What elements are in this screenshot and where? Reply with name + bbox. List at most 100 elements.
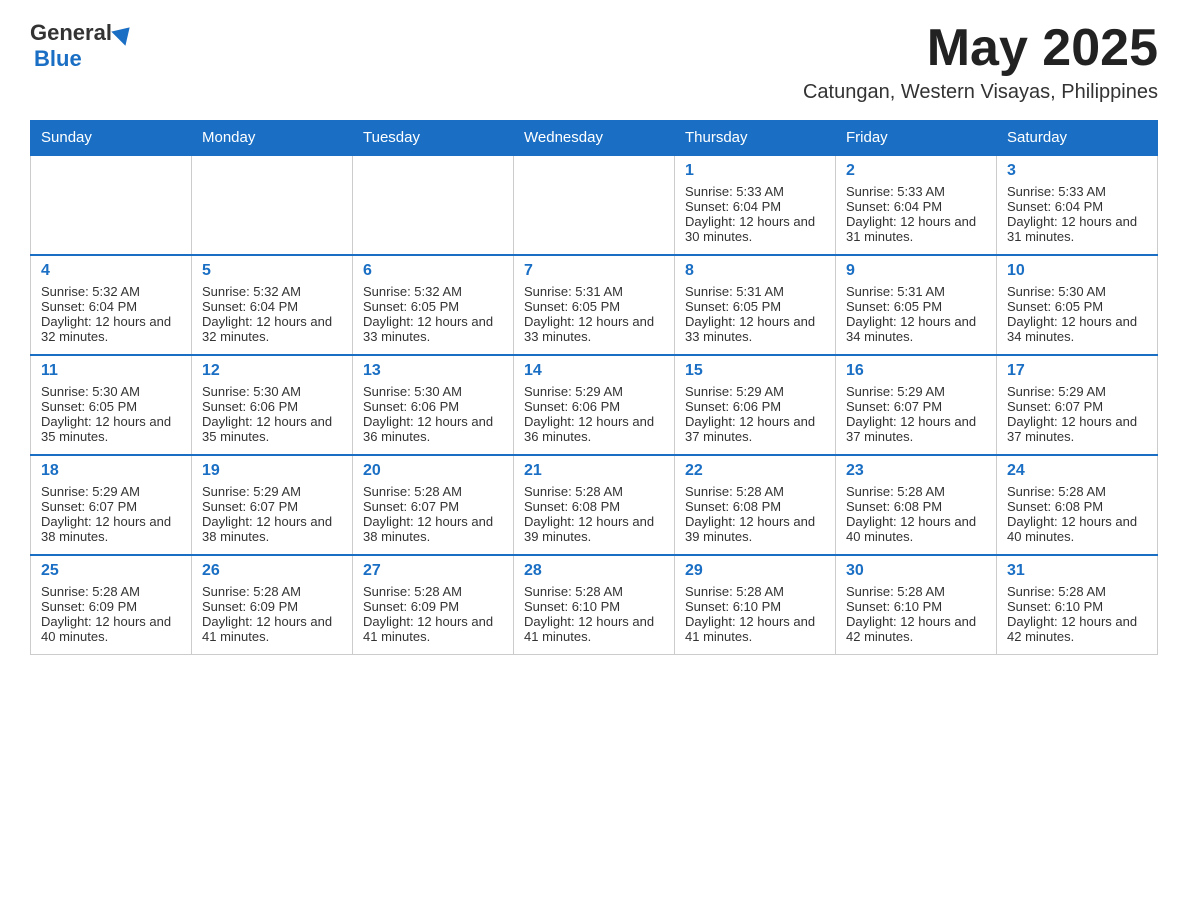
daylight-text: Daylight: 12 hours and 39 minutes. <box>524 514 664 544</box>
sunset-text: Sunset: 6:04 PM <box>202 299 342 314</box>
calendar-cell: 26Sunrise: 5:28 AMSunset: 6:09 PMDayligh… <box>192 555 353 655</box>
calendar-cell: 29 Sunrise: 5:28 AMSunset: 6:10 PMDayligh… <box>675 555 836 655</box>
day-number: 26 <box>202 562 342 580</box>
col-header-thursday: Thursday <box>675 121 836 156</box>
day-number: 28 <box>524 562 664 580</box>
sunset-text: Sunset: 6:08 PM <box>524 499 664 514</box>
day-number: 10 <box>1007 262 1147 280</box>
sunset-text: Sunset: 6:05 PM <box>846 299 986 314</box>
location-subtitle: Catungan, Western Visayas, Philippines <box>803 81 1158 104</box>
sunset-text: Sunset: 6:10 PM <box>1007 599 1147 614</box>
day-number: 12 <box>202 362 342 380</box>
calendar-cell: 28Sunrise: 5:28 AMSunset: 6:10 PMDayligh… <box>514 555 675 655</box>
calendar-cell: 14Sunrise: 5:29 AMSunset: 6:06 PMDayligh… <box>514 355 675 455</box>
calendar-cell <box>353 155 514 255</box>
week-row-4: 18Sunrise: 5:29 AMSunset: 6:07 PMDayligh… <box>31 455 1158 555</box>
sunrise-text: Sunrise: 5:31 AM <box>846 284 986 299</box>
header-row: SundayMondayTuesdayWednesdayThursdayFrid… <box>31 121 1158 156</box>
sunrise-text: Sunrise: 5:28 AM <box>685 484 825 499</box>
sunrise-text: Sunrise: 5:31 AM <box>685 284 825 299</box>
sunrise-text: Sunrise: 5:28 AM <box>363 484 503 499</box>
calendar-cell: 22Sunrise: 5:28 AMSunset: 6:08 PMDayligh… <box>675 455 836 555</box>
calendar-cell: 19Sunrise: 5:29 AMSunset: 6:07 PMDayligh… <box>192 455 353 555</box>
sunrise-text: Sunrise: 5:30 AM <box>41 384 181 399</box>
daylight-text: Daylight: 12 hours and 41 minutes. <box>202 614 342 644</box>
sunset-text: Sunset: 6:04 PM <box>685 199 825 214</box>
logo-general: General <box>30 20 112 46</box>
daylight-text: Daylight: 12 hours and 38 minutes. <box>202 514 342 544</box>
sunset-text: Sunset: 6:05 PM <box>1007 299 1147 314</box>
day-number: 23 <box>846 462 986 480</box>
calendar-cell <box>192 155 353 255</box>
col-header-sunday: Sunday <box>31 121 192 156</box>
daylight-text: Daylight: 12 hours and 35 minutes. <box>202 414 342 444</box>
day-number: 13 <box>363 362 503 380</box>
daylight-text: Daylight: 12 hours and 40 minutes. <box>1007 514 1147 544</box>
calendar-table: SundayMondayTuesdayWednesdayThursdayFrid… <box>30 120 1158 655</box>
calendar-cell: 3Sunrise: 5:33 AMSunset: 6:04 PMDaylight… <box>997 155 1158 255</box>
sunrise-text: Sunrise: 5:33 AM <box>846 184 986 199</box>
day-number: 2 <box>846 162 986 180</box>
sunrise-text: Sunrise: 5:28 AM <box>363 584 503 599</box>
day-number: 15 <box>685 362 825 380</box>
calendar-cell: 15Sunrise: 5:29 AMSunset: 6:06 PMDayligh… <box>675 355 836 455</box>
calendar-cell: 24Sunrise: 5:28 AMSunset: 6:08 PMDayligh… <box>997 455 1158 555</box>
logo-blue: Blue <box>34 46 82 71</box>
daylight-text: Daylight: 12 hours and 31 minutes. <box>846 214 986 244</box>
day-number: 19 <box>202 462 342 480</box>
day-number: 5 <box>202 262 342 280</box>
sunrise-text: Sunrise: 5:32 AM <box>363 284 503 299</box>
daylight-text: Daylight: 12 hours and 33 minutes. <box>685 314 825 344</box>
day-number: 31 <box>1007 562 1147 580</box>
sunset-text: Sunset: 6:09 PM <box>202 599 342 614</box>
sunrise-text: Sunrise: 5:29 AM <box>41 484 181 499</box>
page-header: General Blue May 2025 Catungan, Western … <box>30 20 1158 104</box>
calendar-cell: 13Sunrise: 5:30 AMSunset: 6:06 PMDayligh… <box>353 355 514 455</box>
sunset-text: Sunset: 6:10 PM <box>685 599 825 614</box>
day-number: 7 <box>524 262 664 280</box>
sunset-text: Sunset: 6:05 PM <box>363 299 503 314</box>
sunrise-text: Sunrise: 5:28 AM <box>1007 484 1147 499</box>
calendar-cell: 18Sunrise: 5:29 AMSunset: 6:07 PMDayligh… <box>31 455 192 555</box>
week-row-1: 1Sunrise: 5:33 AMSunset: 6:04 PMDaylight… <box>31 155 1158 255</box>
day-number: 25 <box>41 562 181 580</box>
day-number: 29 <box>685 562 825 580</box>
sunset-text: Sunset: 6:08 PM <box>846 499 986 514</box>
title-block: May 2025 Catungan, Western Visayas, Phil… <box>803 20 1158 104</box>
sunset-text: Sunset: 6:06 PM <box>202 399 342 414</box>
sunrise-text: Sunrise: 5:29 AM <box>846 384 986 399</box>
day-number: 6 <box>363 262 503 280</box>
day-number: 16 <box>846 362 986 380</box>
sunrise-text: Sunrise: 5:33 AM <box>685 184 825 199</box>
sunrise-text: Sunrise: 5:28 AM <box>1007 584 1147 599</box>
day-number: 18 <box>41 462 181 480</box>
week-row-5: 25Sunrise: 5:28 AMSunset: 6:09 PMDayligh… <box>31 555 1158 655</box>
day-number: 8 <box>685 262 825 280</box>
sunset-text: Sunset: 6:05 PM <box>685 299 825 314</box>
sunrise-text: Sunrise: 5:33 AM <box>1007 184 1147 199</box>
sunset-text: Sunset: 6:05 PM <box>524 299 664 314</box>
col-header-saturday: Saturday <box>997 121 1158 156</box>
sunrise-text: Sunrise: 5:28 AM <box>846 584 986 599</box>
daylight-text: Daylight: 12 hours and 38 minutes. <box>41 514 181 544</box>
sunset-text: Sunset: 6:09 PM <box>363 599 503 614</box>
calendar-cell: 9 Sunrise: 5:31 AMSunset: 6:05 PMDaylight… <box>836 255 997 355</box>
sunrise-text: Sunrise: 5:30 AM <box>1007 284 1147 299</box>
daylight-text: Daylight: 12 hours and 40 minutes. <box>846 514 986 544</box>
calendar-cell: 8 Sunrise: 5:31 AMSunset: 6:05 PMDaylight… <box>675 255 836 355</box>
calendar-cell: 17Sunrise: 5:29 AMSunset: 6:07 PMDayligh… <box>997 355 1158 455</box>
calendar-cell: 30Sunrise: 5:28 AMSunset: 6:10 PMDayligh… <box>836 555 997 655</box>
sunrise-text: Sunrise: 5:28 AM <box>685 584 825 599</box>
daylight-text: Daylight: 12 hours and 41 minutes. <box>685 614 825 644</box>
daylight-text: Daylight: 12 hours and 31 minutes. <box>1007 214 1147 244</box>
daylight-text: Daylight: 12 hours and 37 minutes. <box>685 414 825 444</box>
sunset-text: Sunset: 6:10 PM <box>846 599 986 614</box>
day-number: 9 <box>846 262 986 280</box>
calendar-cell: 10Sunrise: 5:30 AMSunset: 6:05 PMDayligh… <box>997 255 1158 355</box>
sunrise-text: Sunrise: 5:29 AM <box>1007 384 1147 399</box>
calendar-cell: 20Sunrise: 5:28 AMSunset: 6:07 PMDayligh… <box>353 455 514 555</box>
calendar-cell: 27Sunrise: 5:28 AMSunset: 6:09 PMDayligh… <box>353 555 514 655</box>
daylight-text: Daylight: 12 hours and 32 minutes. <box>202 314 342 344</box>
daylight-text: Daylight: 12 hours and 34 minutes. <box>846 314 986 344</box>
sunrise-text: Sunrise: 5:30 AM <box>202 384 342 399</box>
